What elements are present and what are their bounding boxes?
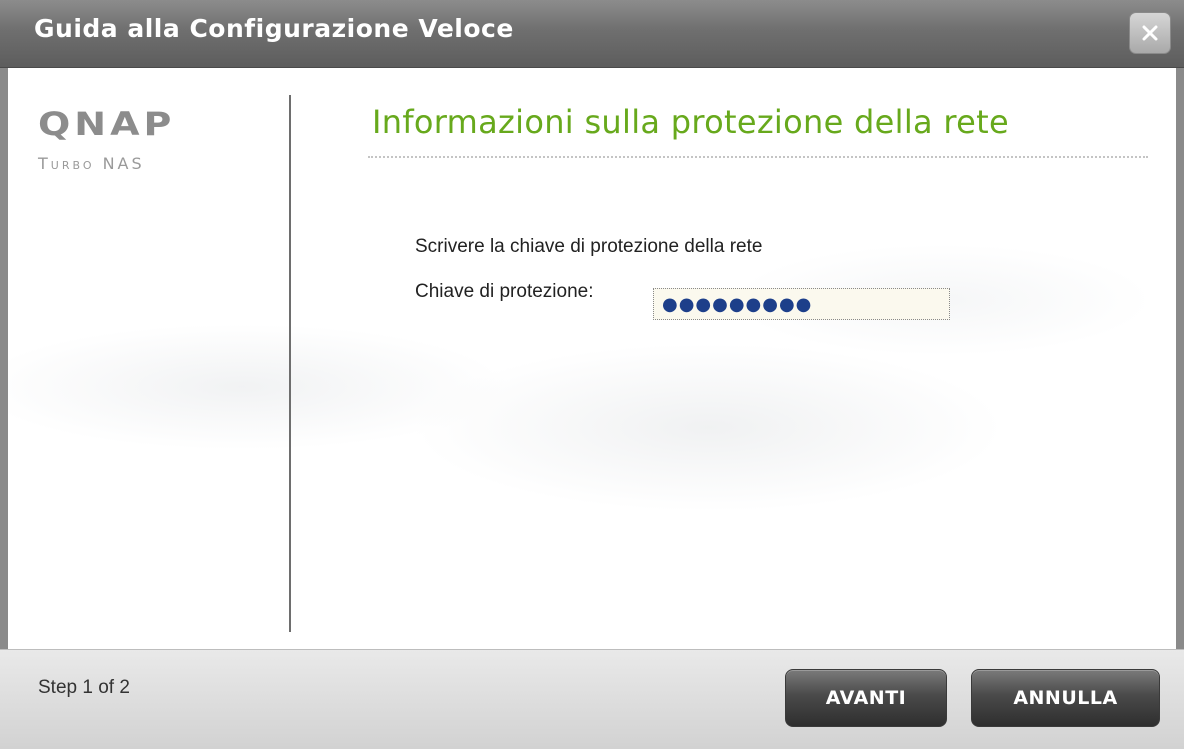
instruction-text: Scrivere la chiave di protezione della r… [415, 236, 763, 257]
close-button[interactable] [1129, 12, 1171, 54]
window-title: Guida alla Configurazione Veloce [34, 14, 514, 43]
page-title: Informazioni sulla protezione della rete [372, 103, 1009, 141]
vertical-divider [289, 95, 291, 632]
logo-product: Turbo NAS [38, 154, 145, 173]
heading-divider [368, 156, 1148, 158]
window-frame-left [0, 68, 8, 649]
close-icon [1142, 25, 1158, 41]
cancel-button[interactable]: ANNULLA [971, 669, 1160, 727]
step-indicator: Step 1 of 2 [38, 677, 130, 698]
logo-brand: QNAP [38, 105, 176, 143]
window-frame-right [1176, 68, 1184, 649]
qnap-logo: QNAP Turbo NAS [38, 108, 175, 173]
next-button[interactable]: AVANTI [785, 669, 947, 727]
title-bar: Guida alla Configurazione Veloce [0, 0, 1184, 68]
key-label: Chiave di protezione: [415, 281, 594, 302]
security-key-input[interactable] [653, 288, 950, 320]
wizard-content [8, 68, 1176, 648]
